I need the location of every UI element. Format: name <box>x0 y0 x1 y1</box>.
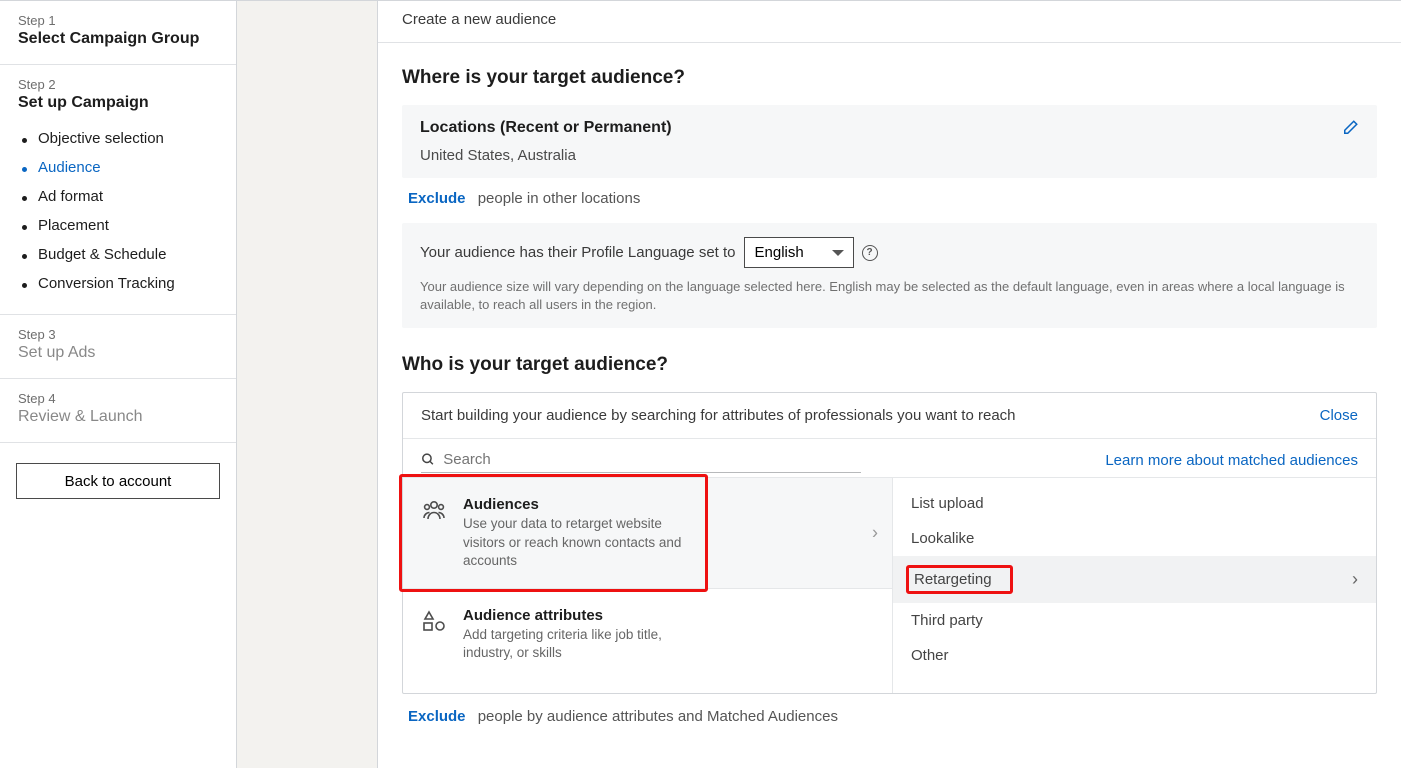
locations-title: Locations (Recent or Permanent) <box>420 119 1359 137</box>
chevron-right-icon: › <box>1352 569 1358 590</box>
subitem-list-upload[interactable]: List upload <box>893 486 1376 521</box>
substep-conversion-tracking[interactable]: Conversion Tracking <box>18 269 218 298</box>
exclude-text: people in other locations <box>478 190 641 207</box>
category-title: Audiences <box>463 496 874 513</box>
substep-objective-selection[interactable]: Objective selection <box>18 124 218 153</box>
audience-builder: Start building your audience by searchin… <box>402 392 1377 694</box>
main-content: Create a new audience Where is your targ… <box>378 1 1401 768</box>
builder-intro: Start building your audience by searchin… <box>421 407 1016 424</box>
substep-ad-format[interactable]: Ad format <box>18 182 218 211</box>
edit-icon[interactable] <box>1341 119 1359 142</box>
step-title: Set up Ads <box>18 344 218 362</box>
help-icon[interactable]: ? <box>862 245 878 261</box>
exclude-link[interactable]: Exclude <box>408 708 466 725</box>
step-1[interactable]: Step 1 Select Campaign Group <box>0 1 236 65</box>
step-label: Step 3 <box>18 327 218 342</box>
subitem-lookalike[interactable]: Lookalike <box>893 521 1376 556</box>
step-label: Step 1 <box>18 13 218 28</box>
search-input[interactable] <box>443 451 861 468</box>
category-desc: Add targeting criteria like job title, i… <box>463 626 703 662</box>
subitem-third-party[interactable]: Third party <box>893 603 1376 638</box>
category-desc: Use your data to retarget website visito… <box>463 515 703 570</box>
learn-more-link[interactable]: Learn more about matched audiences <box>1105 452 1358 469</box>
page-title: Create a new audience <box>378 1 1401 43</box>
section-who-heading: Who is your target audience? <box>402 354 1377 376</box>
exclude-locations-row: Exclude people in other locations <box>402 178 1377 207</box>
substeps: Objective selection Audience Ad format P… <box>18 124 218 298</box>
step-title: Set up Campaign <box>18 94 218 112</box>
language-note: Your audience size will vary depending o… <box>420 278 1359 314</box>
language-card: Your audience has their Profile Language… <box>402 223 1377 328</box>
category-column: Audiences Use your data to retarget webs… <box>403 478 893 693</box>
step-4[interactable]: Step 4 Review & Launch <box>0 379 236 443</box>
substep-budget-schedule[interactable]: Budget & Schedule <box>18 240 218 269</box>
highlight-retargeting: Retargeting <box>906 565 1013 594</box>
step-label: Step 2 <box>18 77 218 92</box>
exclude-attributes-row: Exclude people by audience attributes an… <box>402 694 1377 725</box>
subitem-column: List upload Lookalike Retargeting › Thir… <box>893 478 1376 693</box>
substep-placement[interactable]: Placement <box>18 211 218 240</box>
sidebar: Step 1 Select Campaign Group Step 2 Set … <box>0 1 237 768</box>
step-title: Review & Launch <box>18 408 218 426</box>
step-2[interactable]: Step 2 Set up Campaign Objective selecti… <box>0 65 236 315</box>
back-to-account-button[interactable]: Back to account <box>16 463 220 499</box>
section-where-heading: Where is your target audience? <box>402 67 1377 89</box>
step-label: Step 4 <box>18 391 218 406</box>
step-3[interactable]: Step 3 Set up Ads <box>0 315 236 379</box>
category-audiences[interactable]: Audiences Use your data to retarget webs… <box>403 478 892 589</box>
subitem-retargeting[interactable]: Retargeting › <box>893 556 1376 603</box>
category-audience-attributes[interactable]: Audience attributes Add targeting criter… <box>403 589 892 680</box>
search-icon <box>421 452 435 467</box>
locations-card: Locations (Recent or Permanent) United S… <box>402 105 1377 178</box>
shapes-icon <box>421 609 447 633</box>
exclude-text: people by audience attributes and Matche… <box>478 708 838 725</box>
close-link[interactable]: Close <box>1320 407 1358 424</box>
substep-audience[interactable]: Audience <box>18 153 218 182</box>
search-box[interactable] <box>421 447 861 473</box>
subitem-other[interactable]: Other <box>893 638 1376 673</box>
people-icon <box>421 498 447 522</box>
category-title: Audience attributes <box>463 607 874 624</box>
step-title: Select Campaign Group <box>18 30 218 48</box>
exclude-link[interactable]: Exclude <box>408 190 466 207</box>
gap-column <box>237 1 378 768</box>
language-select[interactable]: English <box>744 237 854 268</box>
chevron-right-icon: › <box>872 523 878 544</box>
language-prefix: Your audience has their Profile Language… <box>420 244 736 261</box>
locations-value: United States, Australia <box>420 147 1359 164</box>
